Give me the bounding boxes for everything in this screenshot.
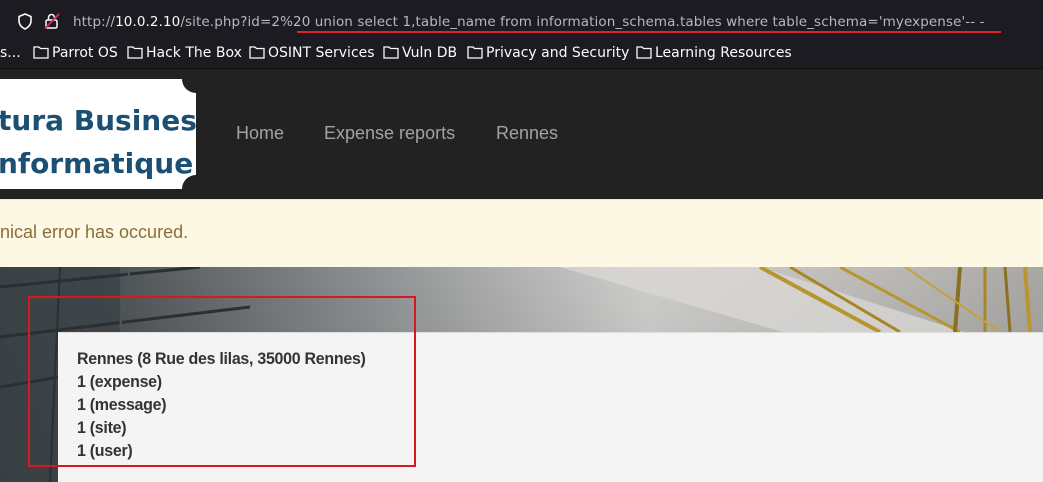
logo-text-line-2: nformatique bbox=[0, 147, 194, 180]
folder-icon bbox=[467, 45, 483, 64]
nav-home[interactable]: Home bbox=[236, 123, 284, 144]
url-host: 10.0.2.10 bbox=[115, 14, 181, 30]
bookmark-label: Learning Resources bbox=[655, 45, 792, 61]
bookmark-label: Parrot OS bbox=[52, 45, 118, 61]
folder-icon bbox=[127, 45, 143, 64]
alert-message: nical error has occured. bbox=[0, 222, 189, 242]
bookmark-folder-hack-the-box[interactable]: Hack The Box bbox=[127, 44, 242, 62]
address-bar[interactable]: http://10.0.2.10/site.php?id=2%20 union … bbox=[4, 4, 1043, 34]
url-text[interactable]: http://10.0.2.10/site.php?id=2%20 union … bbox=[73, 14, 985, 30]
url-prefix: http:// bbox=[73, 14, 116, 30]
bookmark-label: Hack The Box bbox=[146, 45, 242, 61]
tracking-protection-shield-icon[interactable] bbox=[17, 13, 33, 34]
bookmarks-toolbar: s... Parrot OS Hack The Box OSINT Servic… bbox=[0, 38, 1043, 69]
folder-icon bbox=[33, 45, 49, 64]
bookmark-label: Privacy and Security bbox=[486, 45, 630, 61]
folder-icon bbox=[249, 45, 265, 64]
logo-notch bbox=[182, 79, 196, 93]
site-navbar: tura Business nformatique Home Expense r… bbox=[0, 69, 1043, 199]
bookmark-item[interactable]: s... bbox=[0, 44, 21, 62]
company-logo[interactable]: tura Business nformatique bbox=[0, 79, 196, 189]
bookmark-label: Vuln DB bbox=[402, 45, 458, 61]
insecure-lock-icon[interactable] bbox=[44, 12, 62, 34]
warning-alert: nical error has occured. bbox=[0, 199, 1043, 268]
bookmark-folder-privacy-and-security[interactable]: Privacy and Security bbox=[467, 44, 629, 62]
bookmark-folder-parrot-os[interactable]: Parrot OS bbox=[33, 44, 118, 62]
browser-toolbar: http://10.0.2.10/site.php?id=2%20 union … bbox=[0, 0, 1043, 38]
annotation-highlight-box bbox=[28, 296, 416, 467]
bookmark-label: OSINT Services bbox=[268, 45, 375, 61]
bookmark-folder-learning-resources[interactable]: Learning Resources bbox=[636, 44, 792, 62]
nav-expense-reports[interactable]: Expense reports bbox=[324, 123, 455, 144]
hero-banner: Rennes (8 Rue des lilas, 35000 Rennes) 1… bbox=[0, 267, 1043, 482]
folder-icon bbox=[383, 45, 399, 64]
bookmark-folder-osint-services[interactable]: OSINT Services bbox=[249, 44, 375, 62]
url-path: /site.php?id=2%20 union select 1,table_n… bbox=[180, 14, 985, 30]
folder-icon bbox=[636, 45, 652, 64]
logo-text-line-1: tura Business bbox=[0, 104, 196, 137]
url-annotation-underline bbox=[297, 31, 1001, 33]
bookmark-folder-vuln-db[interactable]: Vuln DB bbox=[383, 44, 457, 62]
bookmark-label: s... bbox=[0, 45, 21, 61]
nav-rennes[interactable]: Rennes bbox=[496, 123, 558, 144]
